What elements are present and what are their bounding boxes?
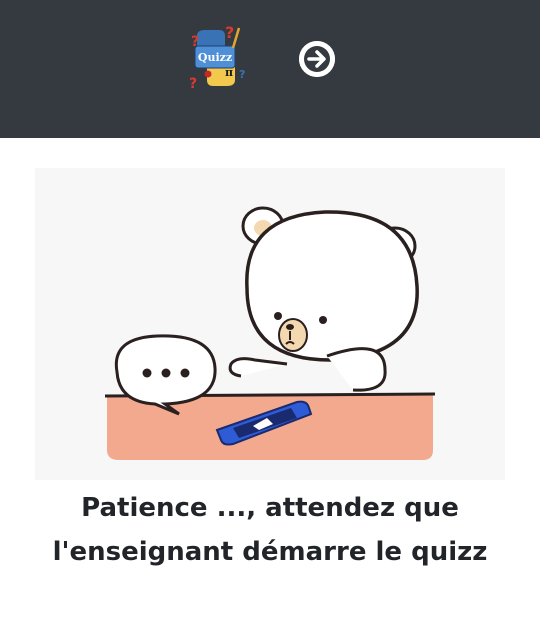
waiting-message-line-1: Patience ..., attendez que bbox=[81, 493, 459, 523]
quizz-logo-icon: Quizz π ? ? ? ? bbox=[189, 23, 245, 92]
waiting-message-line-2: l'enseignant démarre le quizz bbox=[52, 537, 488, 567]
svg-text:?: ? bbox=[239, 68, 245, 81]
svg-text:π: π bbox=[225, 66, 233, 79]
quizz-logo[interactable]: Quizz π ? ? ? ? bbox=[183, 22, 249, 94]
waiting-message: Patience ..., attendez que l'enseignant … bbox=[0, 486, 540, 574]
svg-text:?: ? bbox=[225, 23, 234, 42]
svg-text:Quizz: Quizz bbox=[198, 51, 232, 64]
waiting-bear-illustration bbox=[35, 168, 505, 480]
svg-text:?: ? bbox=[191, 34, 199, 50]
arrow-right-circle-icon bbox=[299, 41, 335, 77]
top-navbar: Quizz π ? ? ? ? bbox=[0, 0, 540, 138]
next-button[interactable] bbox=[299, 41, 335, 77]
bear-waiting-phone-icon bbox=[104, 206, 436, 460]
svg-text:?: ? bbox=[189, 76, 197, 92]
